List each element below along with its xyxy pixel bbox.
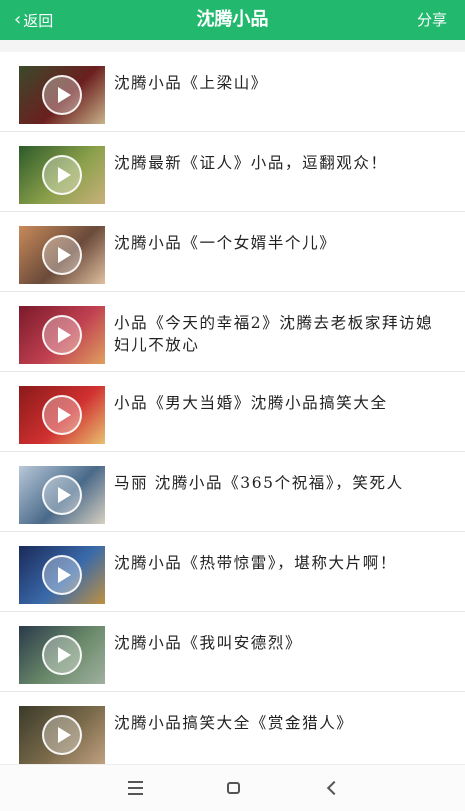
video-thumbnail[interactable] <box>19 706 105 764</box>
back-button[interactable]: ‹ 返回 <box>14 0 53 40</box>
list-item[interactable]: 沈腾最新《证人》小品，逗翻观众！ <box>0 132 465 212</box>
video-title: 小品《今天的幸福2》沈腾去老板家拜访媳妇儿不放心 <box>114 314 434 354</box>
video-title: 沈腾小品《热带惊雷》，堪称大片啊！ <box>114 554 397 572</box>
system-nav-bar <box>0 764 465 811</box>
video-title: 沈腾小品搞笑大全《赏金猎人》 <box>114 714 354 732</box>
play-icon[interactable] <box>42 635 82 675</box>
play-icon[interactable] <box>42 475 82 515</box>
list-item[interactable]: 沈腾小品搞笑大全《赏金猎人》 <box>0 692 465 772</box>
video-thumbnail[interactable] <box>19 226 105 284</box>
list-item[interactable]: 马丽 沈腾小品《365个祝福》，笑死人 <box>0 452 465 532</box>
video-title: 沈腾小品《我叫安德烈》 <box>114 634 303 652</box>
play-icon[interactable] <box>42 155 82 195</box>
list-item[interactable]: 沈腾小品《热带惊雷》，堪称大片啊！ <box>0 532 465 612</box>
play-icon[interactable] <box>42 715 82 755</box>
share-button[interactable]: 分享 <box>417 0 447 40</box>
chevron-left-icon: ‹ <box>14 9 22 30</box>
video-title: 沈腾小品《上梁山》 <box>114 74 268 92</box>
video-title: 沈腾最新《证人》小品，逗翻观众！ <box>114 154 388 172</box>
video-list: 沈腾小品《上梁山》沈腾最新《证人》小品，逗翻观众！ 沈腾小品《一个女婿半个儿》小品… <box>0 52 465 772</box>
header-spacer <box>0 40 465 52</box>
video-thumbnail[interactable] <box>19 466 105 524</box>
video-thumbnail[interactable] <box>19 306 105 364</box>
play-icon[interactable] <box>42 555 82 595</box>
play-icon[interactable] <box>42 395 82 435</box>
play-icon[interactable] <box>42 235 82 275</box>
list-item[interactable]: 沈腾小品《上梁山》 <box>0 52 465 132</box>
home-icon[interactable] <box>219 777 249 799</box>
list-item[interactable]: 小品《男大当婚》沈腾小品搞笑大全 <box>0 372 465 452</box>
list-item[interactable]: 沈腾小品《一个女婿半个儿》 <box>0 212 465 292</box>
menu-icon[interactable] <box>121 777 151 799</box>
list-item[interactable]: 沈腾小品《我叫安德烈》 <box>0 612 465 692</box>
back-label: 返回 <box>23 11 54 30</box>
video-title: 小品《男大当婚》沈腾小品搞笑大全 <box>114 394 388 412</box>
list-item[interactable]: 小品《今天的幸福2》沈腾去老板家拜访媳妇儿不放心 <box>0 292 465 372</box>
video-thumbnail[interactable] <box>19 146 105 204</box>
app-header: ‹ 返回 沈腾小品 分享 <box>0 0 465 40</box>
video-title: 马丽 沈腾小品《365个祝福》，笑死人 <box>114 474 404 492</box>
video-thumbnail[interactable] <box>19 546 105 604</box>
back-icon[interactable] <box>318 777 348 799</box>
play-icon[interactable] <box>42 75 82 115</box>
play-icon[interactable] <box>42 315 82 355</box>
video-thumbnail[interactable] <box>19 386 105 444</box>
video-thumbnail[interactable] <box>19 626 105 684</box>
video-title: 沈腾小品《一个女婿半个儿》 <box>114 234 337 252</box>
video-thumbnail[interactable] <box>19 66 105 124</box>
page-title: 沈腾小品 <box>196 9 269 30</box>
